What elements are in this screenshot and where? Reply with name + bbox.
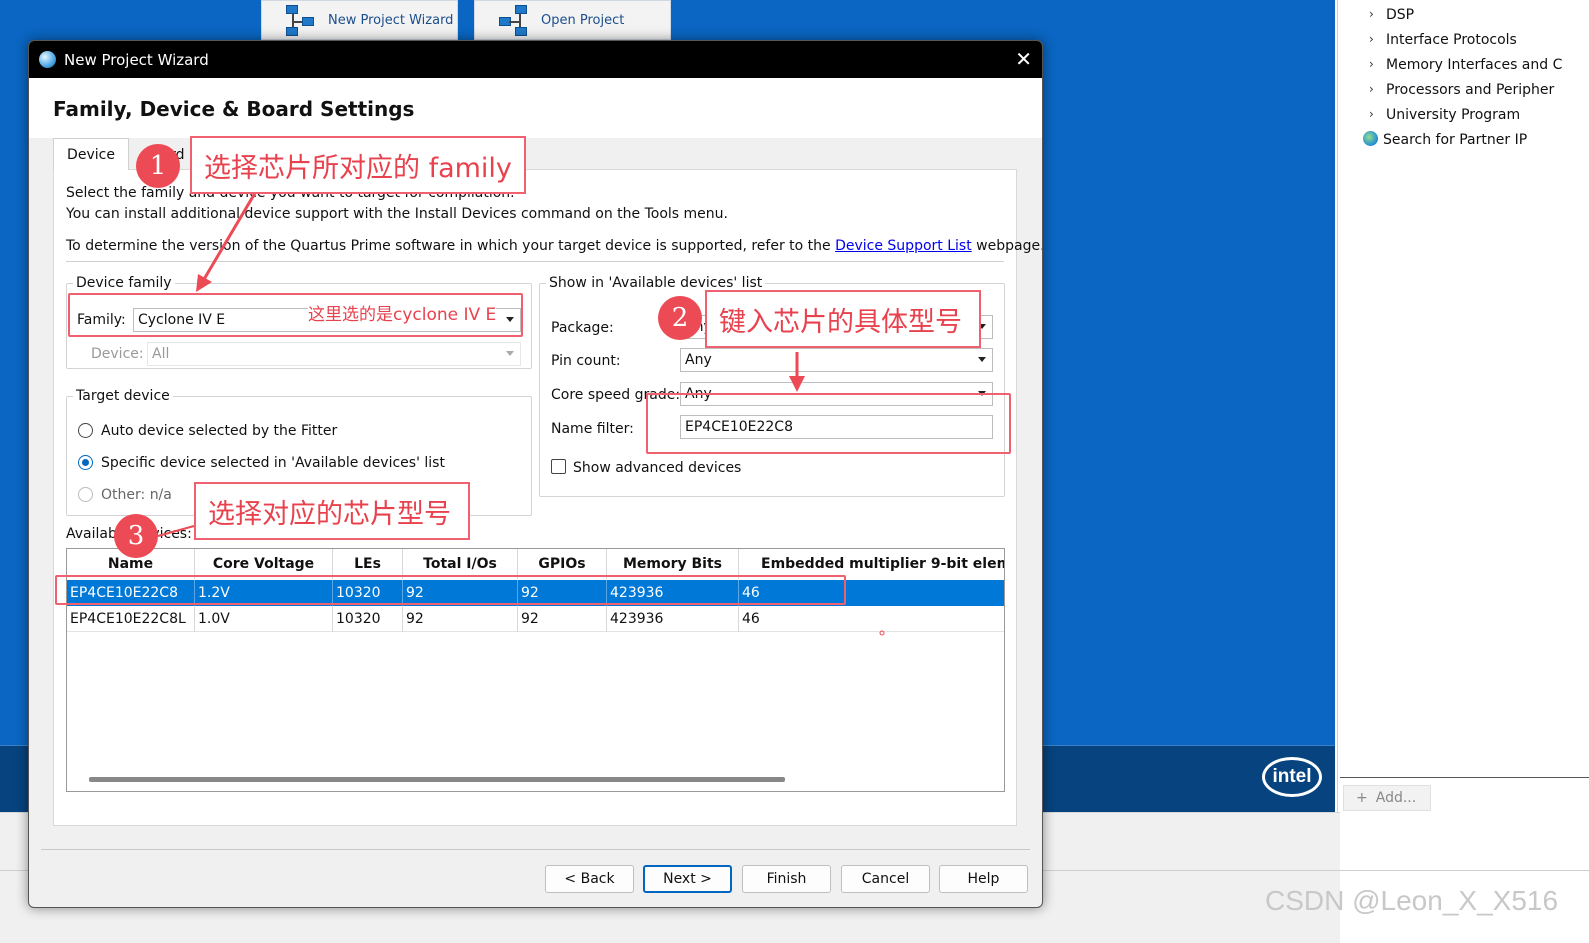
tab-device[interactable]: Device — [53, 138, 129, 170]
arrow-2-head — [789, 376, 805, 392]
callout-family: 选择芯片所对应的 family — [190, 136, 526, 194]
step-1-badge: 1 — [136, 144, 180, 188]
step-3-badge: 3 — [114, 514, 158, 558]
arrow-3-line — [157, 525, 195, 537]
callout-name-filter: 键入芯片的具体型号 — [705, 290, 981, 348]
callout-device-select: 选择对应的芯片型号 — [194, 482, 470, 540]
step-2-badge: 2 — [658, 296, 702, 340]
marker-dot — [879, 630, 885, 636]
arrow-1-line — [201, 192, 257, 282]
